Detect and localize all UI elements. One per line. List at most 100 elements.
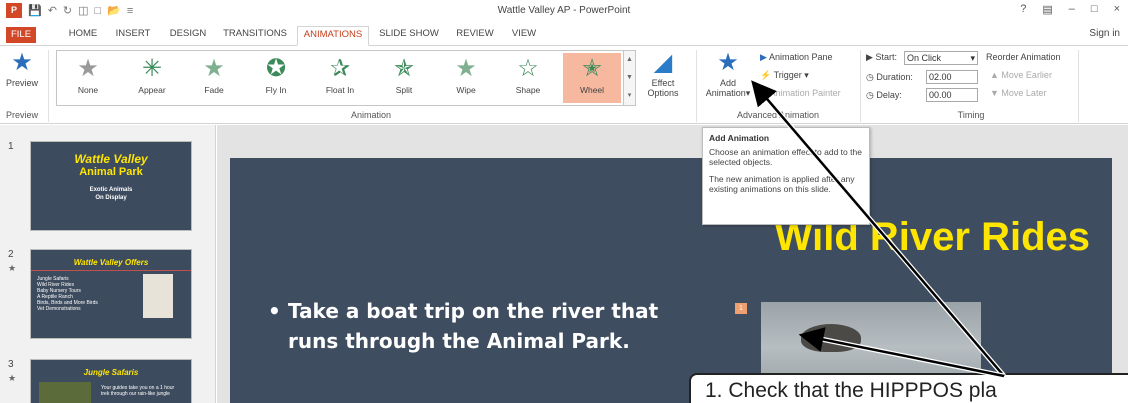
tab-file[interactable]: FILE [6,27,36,43]
duration-spinner[interactable]: 02.00 [926,70,978,84]
effect-label: Effect [651,78,675,88]
current-slide[interactable]: Wild River Rides • Take a boat trip on t… [230,158,1112,403]
start-value: On Click [907,53,942,63]
tab-insert[interactable]: INSERT [113,26,153,46]
add-animation-star-icon: ★ [717,49,739,76]
slide-editing-area: Wild River Rides • Take a boat trip on t… [217,125,1128,403]
sign-in-link[interactable]: Sign in [1089,28,1120,39]
tab-view[interactable]: VIEW [508,26,540,46]
move-later-button[interactable]: ▼ Move Later [990,88,1046,98]
thumb-title: Jungle Safaris [83,368,139,377]
maximize-button[interactable]: □ [1091,3,1098,16]
thumb-list-item: Vet Demonstrations [37,306,81,312]
animation-split[interactable]: ✯ Split [375,53,433,103]
star-icon: ✯ [393,55,415,82]
tab-review[interactable]: REVIEW [454,26,496,46]
add-label: Add [719,78,736,88]
animation-label: Fade [204,85,224,95]
slide-number: 1 [8,141,14,152]
animation-none[interactable]: ★ None [59,53,117,103]
start-label: ▶ Start: [866,52,897,63]
ribbon-display-options-icon[interactable]: ▤ [1042,3,1052,16]
move-later-label: Move Later [1001,88,1047,98]
trigger-button[interactable]: ⚡ Trigger ▾ [760,70,809,81]
ribbon: ★ Preview Preview ★ None ✳ Appear ★ Fade ✪ F… [0,46,1128,124]
tooltip-line: Choose an animation effect to add to the… [709,146,862,168]
thumb-text: Exotic Animals On Display [31,186,191,202]
paintbrush-icon: ✎ [760,88,768,98]
trigger-label: Trigger [773,70,802,80]
start-select[interactable]: On Click ▾ [904,51,978,65]
animation-fade[interactable]: ★ Fade [185,53,243,103]
animation-order-tag[interactable]: 1 [735,303,747,314]
animation-painter-label: Animation Painter [769,88,841,98]
clock-icon: ◷ [866,72,874,82]
instruction-callout: 1. Check that the HIPPPOS pla [689,373,1128,403]
window-controls: ? ▤ – □ × [1020,3,1120,16]
delay-icon: ◷ [866,90,874,100]
reorder-animation-label: Reorder Animation [986,52,1061,62]
slide-thumbnail-2[interactable]: Wattle Valley Offers Jungle Safaris Wild… [30,249,192,339]
star-icon: ✭ [581,55,603,82]
animation-fly-in[interactable]: ✪ Fly In [247,53,305,103]
animation-pane-button[interactable]: ▶ Animation Pane [760,52,832,63]
preview-button[interactable]: ★ Preview [2,48,42,88]
window-title: Wattle Valley AP - PowerPoint [497,5,631,16]
slide-title[interactable]: Wild River Rides [230,215,1090,260]
tooltip-title: Add Animation [709,133,770,143]
thumb-list: Jungle Safaris Wild River Rides Baby Nur… [37,276,137,312]
effect-options-icon: ◢ [653,49,673,76]
slide-thumbnail-3[interactable]: Jungle Safaris Your guides take you on a… [30,359,192,403]
animation-painter-button[interactable]: ✎ Animation Painter [760,88,841,99]
tab-design[interactable]: DESIGN [166,26,210,46]
duration-text: Duration: [876,72,913,82]
animation-label: Appear [138,85,166,95]
thumb-picture [39,382,91,403]
group-label-timing: Timing [957,110,985,120]
start-text: Start: [875,52,897,62]
tab-animations[interactable]: ANIMATIONS [297,26,369,46]
animation-shape[interactable]: ☆ Shape [499,53,557,103]
group-divider [48,50,49,122]
slide-thumbnails-pane: 1 Wattle Valley Animal Park Exotic Anima… [0,125,216,403]
group-label-advanced-animation: Advanced Animation [736,110,820,120]
minimize-button[interactable]: – [1069,3,1075,16]
animation-label: Animation [705,88,746,98]
options-label: Options [647,88,679,98]
thumb-title: Wattle Valley [74,152,148,166]
delay-text: Delay: [876,90,902,100]
animation-indicator-icon: ★ [8,263,17,273]
preview-label: Preview [5,78,38,88]
close-button[interactable]: × [1114,3,1120,16]
move-earlier-button[interactable]: ▲ Move Earlier [990,70,1052,80]
tab-home[interactable]: HOME [63,26,103,46]
add-animation-tooltip: Add Animation Choose an animation effect… [702,127,870,225]
help-button[interactable]: ? [1020,3,1026,16]
star-icon: ☆ [517,55,539,82]
duration-value: 02.00 [929,72,952,82]
animation-float-in[interactable]: ✰ Float In [311,53,369,103]
animation-label: Wipe [456,85,476,95]
animation-label: Split [395,85,413,95]
slide-bullet-text[interactable]: • Take a boat trip on the river that run… [268,296,708,356]
gallery-scrollbar[interactable]: ▲ ▼ ▾ [623,51,635,105]
animation-appear[interactable]: ✳ Appear [123,53,181,103]
star-icon: ★ [203,55,225,82]
title-bar: P 💾 ↶ ↻ ◫ □ 📂 ≡ Wattle Valley AP - Power… [0,0,1128,22]
add-animation-button[interactable]: ★ Add Animation▾ [700,48,756,99]
animation-wipe[interactable]: ★ Wipe [437,53,495,103]
animation-indicator-icon: ★ [8,373,17,383]
animation-wheel[interactable]: ✭ Wheel [563,53,621,103]
ribbon-tabs: FILE HOME INSERT DESIGN TRANSITIONS ANIM… [0,22,1128,46]
thumb-title: Wattle Valley Offers [31,258,191,271]
chevron-down-icon: ▾ [970,53,975,63]
tab-slide-show[interactable]: SLIDE SHOW [378,26,440,46]
tab-transitions[interactable]: TRANSITIONS [220,26,290,46]
effect-options-button[interactable]: ◢ Effect Options [640,48,686,98]
delay-spinner[interactable]: 00.00 [926,88,978,102]
start-icon: ▶ [866,52,873,62]
slide-thumbnail-1[interactable]: Wattle Valley Animal Park Exotic Animals… [30,141,192,231]
thumb-picture [143,274,173,318]
animation-label: Fly In [265,85,287,95]
bullet-text: Take a boat trip on the river that runs … [288,299,659,353]
